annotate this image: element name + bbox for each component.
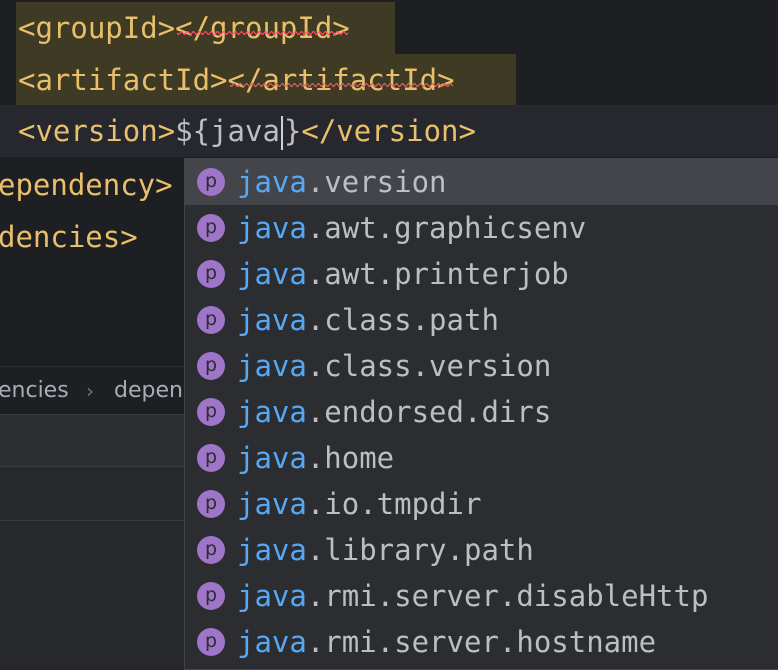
expression-prefix: ${ bbox=[175, 114, 211, 148]
completion-item[interactable]: p java.io.tmpdir bbox=[185, 481, 778, 527]
completion-item[interactable]: p java.version bbox=[185, 159, 778, 205]
xml-tag: dencies> bbox=[0, 220, 138, 254]
property-icon: p bbox=[197, 352, 225, 380]
property-icon: p bbox=[197, 444, 225, 472]
completion-item-label: java.home bbox=[237, 441, 395, 475]
property-icon: p bbox=[197, 490, 225, 518]
completion-item[interactable]: p java.home bbox=[185, 435, 778, 481]
completion-item[interactable]: p java.awt.graphicsenv bbox=[185, 205, 778, 251]
chevron-right-icon: › bbox=[86, 379, 94, 403]
completion-item-label: java.endorsed.dirs bbox=[237, 395, 552, 429]
code-line-dependencies[interactable]: dencies> bbox=[0, 211, 138, 263]
completion-item-label: java.version bbox=[237, 165, 447, 199]
text-caret bbox=[280, 116, 283, 150]
property-icon: p bbox=[197, 214, 225, 242]
completion-item[interactable]: p java.awt.printerjob bbox=[185, 251, 778, 297]
code-line-dependency[interactable]: ependency> bbox=[0, 159, 173, 211]
completion-item[interactable]: p java.class.path bbox=[185, 297, 778, 343]
completion-item[interactable]: p java.rmi.server.hostname bbox=[185, 619, 778, 665]
completion-item-label: java.io.tmpdir bbox=[237, 487, 482, 521]
property-icon: p bbox=[197, 628, 225, 656]
code-line-groupid[interactable]: <groupId></groupId> bbox=[18, 2, 350, 54]
xml-tag: <artifactId> bbox=[18, 63, 228, 97]
xml-tag-error: </artifactId> bbox=[227, 63, 455, 97]
completion-item-label: java.rmi.server.disableHttp bbox=[237, 579, 709, 613]
expression-suffix: } bbox=[283, 114, 302, 148]
completion-item[interactable]: p java.library.path bbox=[185, 527, 778, 573]
xml-tag-error: </groupId> bbox=[175, 11, 350, 45]
completion-item-label: java.rmi.server.hostname bbox=[237, 625, 657, 659]
property-icon: p bbox=[197, 536, 225, 564]
completion-item[interactable]: p java.rmi.server.disableHttp bbox=[185, 573, 778, 619]
property-icon: p bbox=[197, 260, 225, 288]
property-icon: p bbox=[197, 582, 225, 610]
completion-item[interactable]: p java.class.version bbox=[185, 343, 778, 389]
code-line-artifactid[interactable]: <artifactId></artifactId> bbox=[18, 54, 455, 106]
breadcrumb-item[interactable]: depen bbox=[114, 367, 183, 415]
xml-tag: ependency> bbox=[0, 168, 173, 202]
completion-item-label: java.awt.printerjob bbox=[237, 257, 569, 291]
breadcrumb-item[interactable]: encies bbox=[0, 367, 69, 415]
xml-tag: <version> bbox=[18, 114, 176, 148]
xml-tag: </version> bbox=[301, 114, 476, 148]
code-line-version[interactable]: <version>${java}</version> bbox=[18, 105, 476, 157]
completion-item-label: java.awt.graphicsenv bbox=[237, 211, 587, 245]
completion-item-label: java.library.path bbox=[237, 533, 534, 567]
completion-item[interactable]: p java.endorsed.dirs bbox=[185, 389, 778, 435]
property-icon: p bbox=[197, 306, 225, 334]
xml-tag: <groupId> bbox=[18, 11, 176, 45]
typed-text: java bbox=[210, 114, 280, 148]
property-icon: p bbox=[197, 168, 225, 196]
completion-item-label: java.class.path bbox=[237, 303, 499, 337]
ide-window: <groupId></groupId> <artifactId></artifa… bbox=[0, 0, 778, 670]
property-icon: p bbox=[197, 398, 225, 426]
completion-item-label: java.class.version bbox=[237, 349, 552, 383]
completion-popup[interactable]: p java.version p java.awt.graphicsenv p … bbox=[184, 158, 778, 670]
